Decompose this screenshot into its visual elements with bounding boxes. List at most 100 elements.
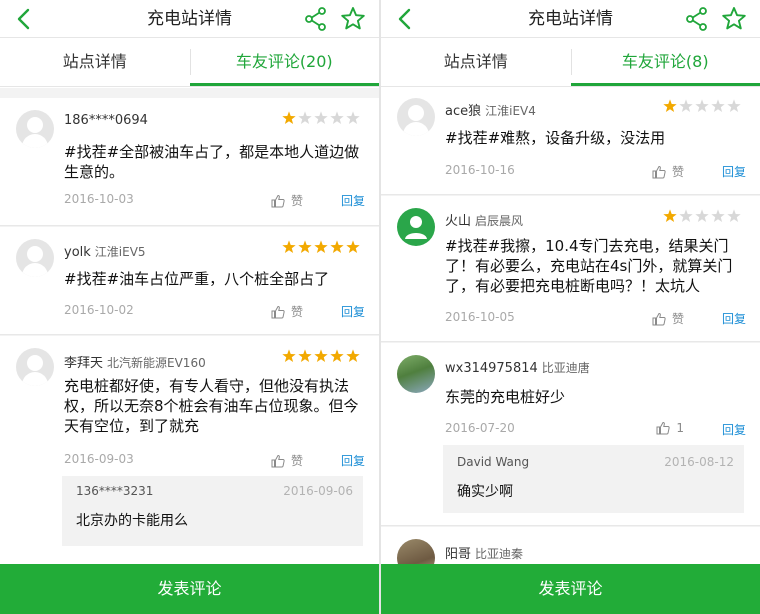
username: 火山 启辰晨风 — [445, 214, 524, 229]
reply-button[interactable]: 回复 — [341, 452, 365, 469]
post-comment-button[interactable]: 发表评论 — [381, 564, 760, 614]
thumbs-up-icon — [271, 194, 285, 208]
rating-stars — [663, 209, 741, 223]
comment-list[interactable]: ace狼 江淮iEV4 #找茬#难熬，设备升级，没法用 2016-10-16 赞 … — [381, 88, 760, 564]
favorite-star-icon[interactable] — [720, 5, 748, 33]
comment-item: ace狼 江淮iEV4 #找茬#难熬，设备升级，没法用 2016-10-16 赞 … — [381, 88, 760, 195]
star-empty-icon — [298, 111, 312, 125]
avatar[interactable] — [397, 98, 435, 136]
star-filled-icon — [330, 240, 344, 254]
thumbs-up-icon — [656, 421, 671, 435]
reply-button[interactable]: 回复 — [722, 310, 746, 327]
comment-item: 186****0694 #找茬#全部被油车占了，都是本地人道边做生意的。 201… — [0, 98, 379, 226]
sub-reply-date: 2016-09-06 — [283, 484, 353, 498]
like-button[interactable]: 赞 — [652, 163, 684, 180]
thumbs-up-icon — [652, 312, 666, 326]
avatar[interactable] — [16, 110, 54, 148]
share-icon[interactable] — [684, 6, 710, 32]
star-filled-icon — [282, 111, 296, 125]
top-bar: 充电站详情 — [0, 0, 379, 38]
rating-stars — [282, 111, 360, 125]
thumbs-up-icon — [271, 454, 285, 468]
top-bar: 充电站详情 — [381, 0, 760, 38]
reply-button[interactable]: 回复 — [341, 192, 365, 209]
username: wx314975814 比亚迪唐 — [445, 361, 590, 376]
like-button[interactable]: 赞 — [271, 303, 303, 320]
comment-date: 2016-10-03 — [64, 192, 134, 206]
avatar[interactable] — [397, 355, 435, 393]
star-filled-icon — [298, 349, 312, 363]
tab-user-comments[interactable]: 车友评论(8) — [571, 39, 760, 87]
thumbs-up-icon — [271, 305, 285, 319]
comment-item: yolk 江淮iEV5 #找茬#油车占位严重，八个桩全部占了 2016-10-02… — [0, 227, 379, 335]
active-tab-indicator — [570, 83, 760, 86]
star-empty-icon — [314, 111, 328, 125]
comment-date: 2016-10-05 — [445, 310, 515, 324]
username: 李拜天 北汽新能源EV160 — [64, 356, 206, 371]
star-empty-icon — [695, 209, 709, 223]
comment-list[interactable]: 186****0694 #找茬#全部被油车占了，都是本地人道边做生意的。 201… — [0, 88, 379, 564]
sub-reply-text: 确实少啊 — [457, 484, 513, 500]
star-filled-icon — [314, 240, 328, 254]
comment-date: 2016-07-20 — [445, 421, 515, 435]
star-empty-icon — [711, 209, 725, 223]
left-screen: 充电站详情 站点详情 车友评论(20) 186****0694 #找茬#全部被油… — [0, 0, 379, 614]
rating-stars — [282, 349, 360, 363]
star-empty-icon — [330, 111, 344, 125]
right-screen: 充电站详情 站点详情 车友评论(8) ace狼 江淮iEV4 #找茬#难熬，设备升… — [381, 0, 760, 614]
star-empty-icon — [679, 99, 693, 113]
comment-date: 2016-10-02 — [64, 303, 134, 317]
sub-reply-user: 136****3231 — [76, 484, 154, 498]
rating-stars — [663, 99, 741, 113]
star-empty-icon — [711, 99, 725, 113]
tab-user-comments[interactable]: 车友评论(20) — [190, 39, 380, 87]
share-icon[interactable] — [303, 6, 329, 32]
like-button[interactable]: 赞 — [652, 310, 684, 327]
reply-button[interactable]: 回复 — [722, 163, 746, 180]
star-filled-icon — [314, 349, 328, 363]
username: yolk 江淮iEV5 — [64, 245, 146, 260]
like-button[interactable]: 赞 — [271, 452, 303, 469]
tab-station-details[interactable]: 站点详情 — [381, 39, 571, 87]
comment-item: wx314975814 比亚迪唐 东莞的充电桩好少 2016-07-20 1 回复… — [381, 343, 760, 526]
star-filled-icon — [663, 99, 677, 113]
favorite-star-icon[interactable] — [339, 5, 367, 33]
reply-button[interactable]: 回复 — [341, 303, 365, 320]
reply-button[interactable]: 回复 — [722, 421, 746, 438]
rating-stars — [282, 240, 360, 254]
comment-text: #找茬#全部被油车占了，都是本地人道边做生意的。 — [64, 143, 360, 181]
comment-date: 2016-09-03 — [64, 452, 134, 466]
avatar[interactable] — [397, 539, 435, 564]
comment-item: 李拜天 北汽新能源EV160 充电桩都好使，有专人看守，但他没有执法权，所以无奈8… — [0, 336, 379, 564]
sub-reply[interactable]: David Wang 2016-08-12 确实少啊 — [443, 445, 744, 513]
star-filled-icon — [282, 349, 296, 363]
comment-text: #找茬#难熬，设备升级，没法用 — [445, 129, 666, 147]
star-filled-icon — [663, 209, 677, 223]
comment-date: 2016-10-16 — [445, 163, 515, 177]
star-filled-icon — [298, 240, 312, 254]
avatar[interactable] — [16, 348, 54, 386]
star-filled-icon — [330, 349, 344, 363]
comment-text: 充电桩都好使，有专人看守，但他没有执法权，所以无奈8个桩会有油车占位现象。但今天… — [64, 377, 359, 435]
star-filled-icon — [346, 349, 360, 363]
like-button[interactable]: 赞 — [271, 192, 303, 209]
username: 阳哥 比亚迪秦 — [445, 547, 524, 562]
star-empty-icon — [727, 209, 741, 223]
avatar[interactable] — [16, 239, 54, 277]
tab-bar: 站点详情 车友评论(8) — [381, 39, 760, 87]
sub-reply-user: David Wang — [457, 455, 530, 469]
comment-item: 火山 启辰晨风 #找茬#我擦，10.4专门去充电，结果关门了！有必要么，充电站在4… — [381, 196, 760, 342]
tab-station-details[interactable]: 站点详情 — [0, 39, 190, 87]
star-empty-icon — [695, 99, 709, 113]
like-button[interactable]: 1 — [656, 421, 684, 435]
username: ace狼 江淮iEV4 — [445, 104, 536, 119]
sub-reply-date: 2016-08-12 — [664, 455, 734, 469]
thumbs-up-icon — [652, 165, 666, 179]
user-icon — [405, 216, 427, 239]
sub-reply[interactable]: 136****3231 2016-09-06 北京办的卡能用么 — [62, 476, 363, 546]
sub-reply-text: 北京办的卡能用么 — [76, 513, 188, 529]
star-filled-icon — [282, 240, 296, 254]
comment-text: #找茬#我擦，10.4专门去充电，结果关门了！有必要么，充电站在4s门外，就算关… — [445, 237, 733, 295]
post-comment-button[interactable]: 发表评论 — [0, 564, 379, 614]
avatar[interactable] — [397, 208, 435, 246]
